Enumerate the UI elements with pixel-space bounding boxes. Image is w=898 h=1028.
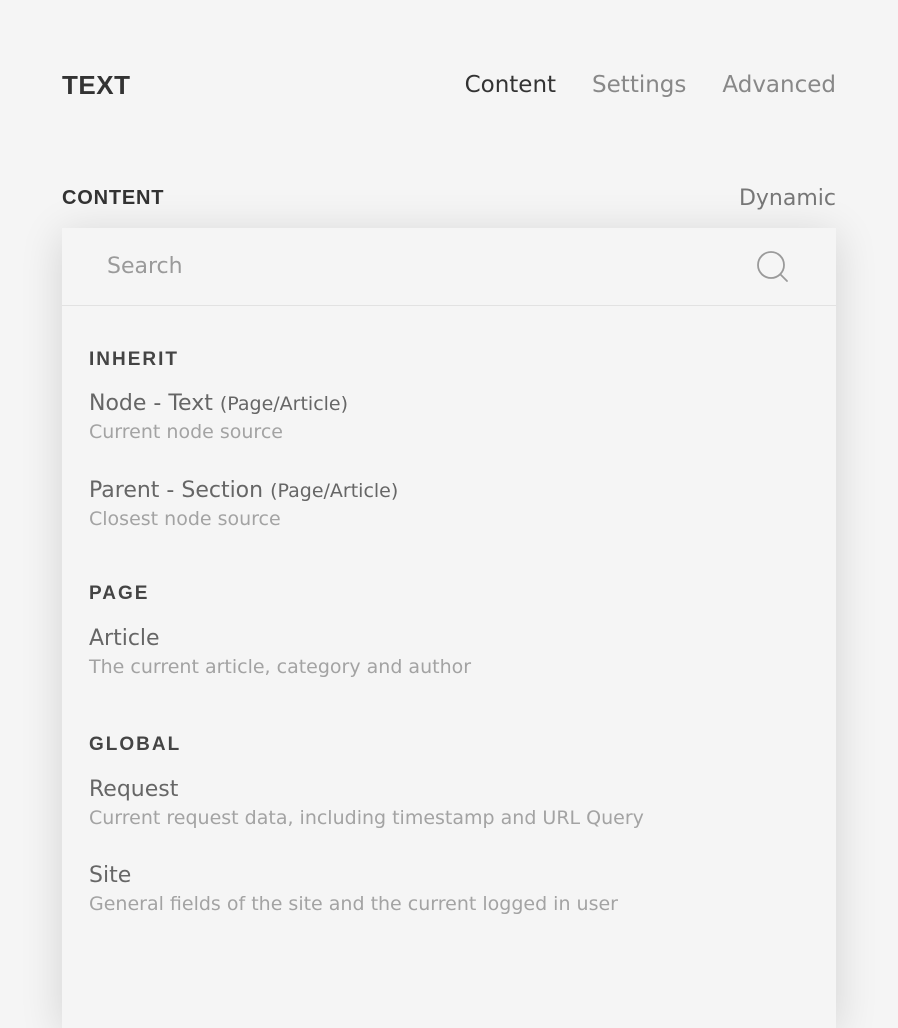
search-icon[interactable] — [756, 250, 790, 284]
group-title-global: GLOBAL — [89, 734, 182, 755]
item-suffix: (Page/Article) — [270, 480, 399, 502]
panel-header: TEXT Content Settings Advanced — [62, 66, 836, 104]
content-section-row: CONTENT Dynamic — [62, 183, 836, 213]
dynamic-toggle[interactable]: Dynamic — [739, 186, 836, 211]
group-page: PAGE Article The current article, catego… — [62, 532, 836, 680]
group-global: GLOBAL Request Current request data, inc… — [62, 680, 836, 917]
group-inherit: INHERIT Node - Text (Page/Article) Curre… — [62, 306, 836, 532]
search-bar — [62, 228, 836, 306]
group-title-page: PAGE — [89, 583, 150, 604]
source-item-parent-section[interactable]: Parent - Section (Page/Article) Closest … — [89, 476, 836, 532]
item-description: Closest node source — [89, 508, 281, 530]
item-suffix: (Page/Article) — [219, 393, 349, 415]
tab-advanced[interactable]: Advanced — [722, 72, 836, 98]
item-description: Current node source — [89, 421, 283, 443]
panel-title: TEXT — [62, 69, 131, 100]
item-description: General fields of the site and the curre… — [89, 893, 618, 915]
item-title: Parent - Section (Page/Article) — [89, 478, 399, 503]
item-description: The current article, category and author — [89, 656, 472, 678]
item-title: Article — [89, 626, 160, 651]
tab-content[interactable]: Content — [465, 72, 556, 98]
source-item-site[interactable]: Site General fields of the site and the … — [89, 861, 836, 917]
group-title-inherit: INHERIT — [89, 349, 179, 370]
panel-tabs: Content Settings Advanced — [465, 72, 836, 98]
search-input[interactable] — [107, 254, 756, 279]
source-item-request[interactable]: Request Current request data, including … — [89, 775, 836, 831]
item-title: Node - Text (Page/Article) — [89, 391, 349, 416]
source-item-node-text[interactable]: Node - Text (Page/Article) Current node … — [89, 389, 836, 445]
dynamic-source-dropdown: INHERIT Node - Text (Page/Article) Curre… — [62, 228, 836, 1028]
source-item-article[interactable]: Article The current article, category an… — [89, 624, 836, 680]
item-title: Request — [89, 777, 179, 802]
item-description: Current request data, including timestam… — [89, 807, 644, 829]
content-section-label: CONTENT — [62, 186, 165, 209]
item-title: Site — [89, 863, 132, 888]
tab-settings[interactable]: Settings — [592, 72, 686, 98]
